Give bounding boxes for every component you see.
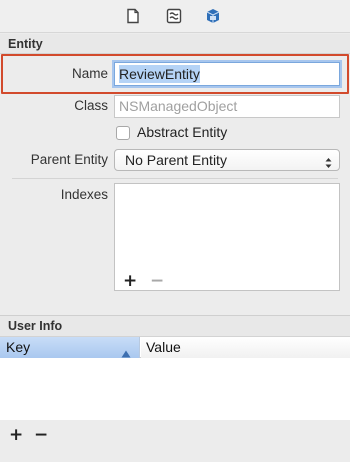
section-divider (12, 178, 338, 179)
name-label: Name (71, 66, 108, 81)
indexes-add-button[interactable]: + (123, 273, 137, 290)
abstract-entity-label[interactable]: Abstract Entity (137, 124, 227, 140)
abstract-entity-checkbox[interactable] (116, 126, 130, 140)
user-info-table-header: Key Value (0, 337, 350, 358)
user-info-section-header: User Info (0, 315, 350, 337)
entity-name-value: ReviewEntity (119, 65, 200, 83)
key-column-label: Key (6, 339, 31, 355)
entity-section-header: Entity (0, 34, 350, 54)
parent-entity-value: No Parent Entity (125, 152, 227, 168)
class-label: Class (74, 98, 108, 113)
indexes-remove-button[interactable]: − (150, 273, 164, 290)
key-column-header[interactable]: Key (0, 337, 140, 358)
value-column-label: Value (146, 339, 181, 355)
indexes-label: Indexes (60, 187, 108, 202)
value-column-header[interactable]: Value (141, 337, 350, 358)
quick-help-icon[interactable] (166, 8, 182, 24)
user-info-remove-button[interactable]: − (34, 427, 48, 444)
parent-entity-label: Parent Entity (30, 152, 108, 167)
inspector-toolbar (0, 0, 350, 33)
file-inspector-icon[interactable] (125, 8, 141, 24)
indexes-list[interactable]: + − (114, 183, 340, 291)
popup-arrows-icon (325, 154, 332, 168)
user-info-add-button[interactable]: + (9, 427, 23, 444)
entity-name-field[interactable]: ReviewEntity (114, 62, 340, 86)
data-model-inspector-icon[interactable] (205, 8, 221, 24)
user-info-table[interactable] (0, 358, 350, 420)
entity-class-field[interactable]: NSManagedObject (114, 95, 340, 118)
parent-entity-popup[interactable]: No Parent Entity (114, 149, 340, 171)
